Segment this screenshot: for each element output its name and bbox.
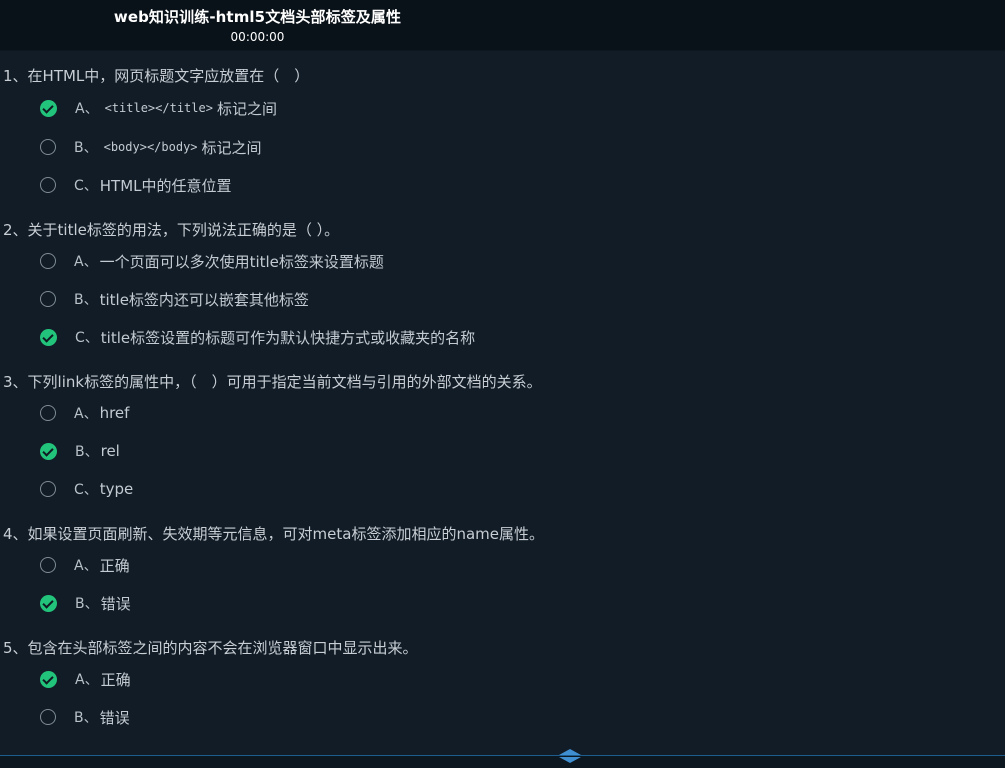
option-letter: A、 bbox=[74, 254, 98, 270]
radio-icon[interactable] bbox=[40, 177, 56, 193]
radio-icon[interactable] bbox=[40, 139, 56, 155]
option-text: 一个页面可以多次使用title标签来设置标题 bbox=[99, 252, 384, 271]
option-letter: B、 bbox=[74, 140, 98, 156]
question-2-option-c[interactable]: C、 title标签设置的标题可作为默认快捷方式或收藏夹的名称 bbox=[40, 325, 475, 349]
radio-checked-icon[interactable] bbox=[40, 99, 57, 117]
radio-icon[interactable] bbox=[40, 557, 56, 573]
radio-icon[interactable] bbox=[40, 405, 56, 421]
option-text: 错误 bbox=[100, 594, 131, 613]
option-letter: C、 bbox=[74, 178, 98, 194]
question-5: 5、包含在头部标签之间的内容不会在浏览器窗口中显示出来。 bbox=[3, 639, 418, 657]
question-3-option-b[interactable]: B、 rel bbox=[40, 439, 120, 463]
option-letter: B、 bbox=[75, 596, 99, 612]
question-4: 4、如果设置页面刷新、失效期等元信息，可对meta标签添加相应的name属性。 bbox=[3, 525, 544, 543]
option-letter: B、 bbox=[74, 710, 98, 726]
question-1-option-a[interactable]: A、 <title></title> 标记之间 bbox=[40, 96, 277, 120]
option-letter: A、 bbox=[75, 672, 99, 688]
timer: 00:00:00 bbox=[230, 30, 285, 44]
question-1: 1、在HTML中，网页标题文字应放置在（ ） bbox=[3, 67, 310, 85]
option-text: HTML中的任意位置 bbox=[99, 176, 232, 195]
quiz-content: 1、在HTML中，网页标题文字应放置在（ ） A、 <title></title… bbox=[0, 50, 1005, 755]
question-1-option-b[interactable]: B、 <body></body> 标记之间 bbox=[40, 135, 262, 159]
option-code: <title></title> bbox=[104, 101, 213, 115]
radio-checked-icon[interactable] bbox=[40, 328, 57, 346]
radio-icon[interactable] bbox=[40, 709, 56, 725]
question-5-option-a[interactable]: A、 正确 bbox=[40, 667, 131, 691]
question-2: 2、关于title标签的用法，下列说法正确的是（ ）。 bbox=[3, 221, 340, 239]
option-letter: B、 bbox=[74, 292, 98, 308]
option-text: href bbox=[99, 404, 130, 422]
question-4-option-a[interactable]: A、 正确 bbox=[40, 553, 130, 577]
radio-icon[interactable] bbox=[40, 253, 56, 269]
radio-checked-icon[interactable] bbox=[40, 594, 57, 612]
option-text: 错误 bbox=[99, 708, 130, 727]
option-text: 标记之间 bbox=[201, 138, 262, 157]
page-title: web知识训练-html5文档头部标签及属性 bbox=[113, 8, 402, 26]
expand-collapse-icon[interactable] bbox=[557, 748, 583, 764]
option-letter: C、 bbox=[75, 330, 99, 346]
header-bar: web知识训练-html5文档头部标签及属性 00:00:00 bbox=[0, 0, 1005, 51]
radio-icon[interactable] bbox=[40, 481, 56, 497]
question-3-option-a[interactable]: A、 href bbox=[40, 401, 129, 425]
radio-checked-icon[interactable] bbox=[40, 442, 57, 460]
option-text: title标签设置的标题可作为默认快捷方式或收藏夹的名称 bbox=[100, 328, 476, 347]
footer-bar bbox=[0, 749, 1005, 768]
option-letter: A、 bbox=[74, 406, 98, 422]
option-text: 正确 bbox=[100, 670, 131, 689]
radio-checked-icon[interactable] bbox=[40, 670, 57, 688]
question-1-option-c[interactable]: C、 HTML中的任意位置 bbox=[40, 173, 232, 197]
option-text: rel bbox=[100, 442, 120, 460]
radio-icon[interactable] bbox=[40, 291, 56, 307]
option-letter: B、 bbox=[75, 444, 99, 460]
option-text: title标签内还可以嵌套其他标签 bbox=[99, 290, 309, 309]
option-letter: C、 bbox=[74, 482, 98, 498]
option-letter: A、 bbox=[75, 101, 99, 117]
question-5-option-b[interactable]: B、 错误 bbox=[40, 705, 130, 729]
question-4-option-b[interactable]: B、 错误 bbox=[40, 591, 131, 615]
option-text: 标记之间 bbox=[216, 99, 277, 118]
option-letter: A、 bbox=[74, 558, 98, 574]
option-code: <body></body> bbox=[103, 140, 198, 154]
question-3: 3、下列link标签的属性中，（ ）可用于指定当前文档与引用的外部文档的关系。 bbox=[3, 373, 542, 391]
question-2-option-a[interactable]: A、 一个页面可以多次使用title标签来设置标题 bbox=[40, 249, 384, 273]
question-2-option-b[interactable]: B、 title标签内还可以嵌套其他标签 bbox=[40, 287, 309, 311]
question-3-option-c[interactable]: C、 type bbox=[40, 477, 133, 501]
option-text: 正确 bbox=[99, 556, 130, 575]
option-text: type bbox=[99, 480, 134, 498]
